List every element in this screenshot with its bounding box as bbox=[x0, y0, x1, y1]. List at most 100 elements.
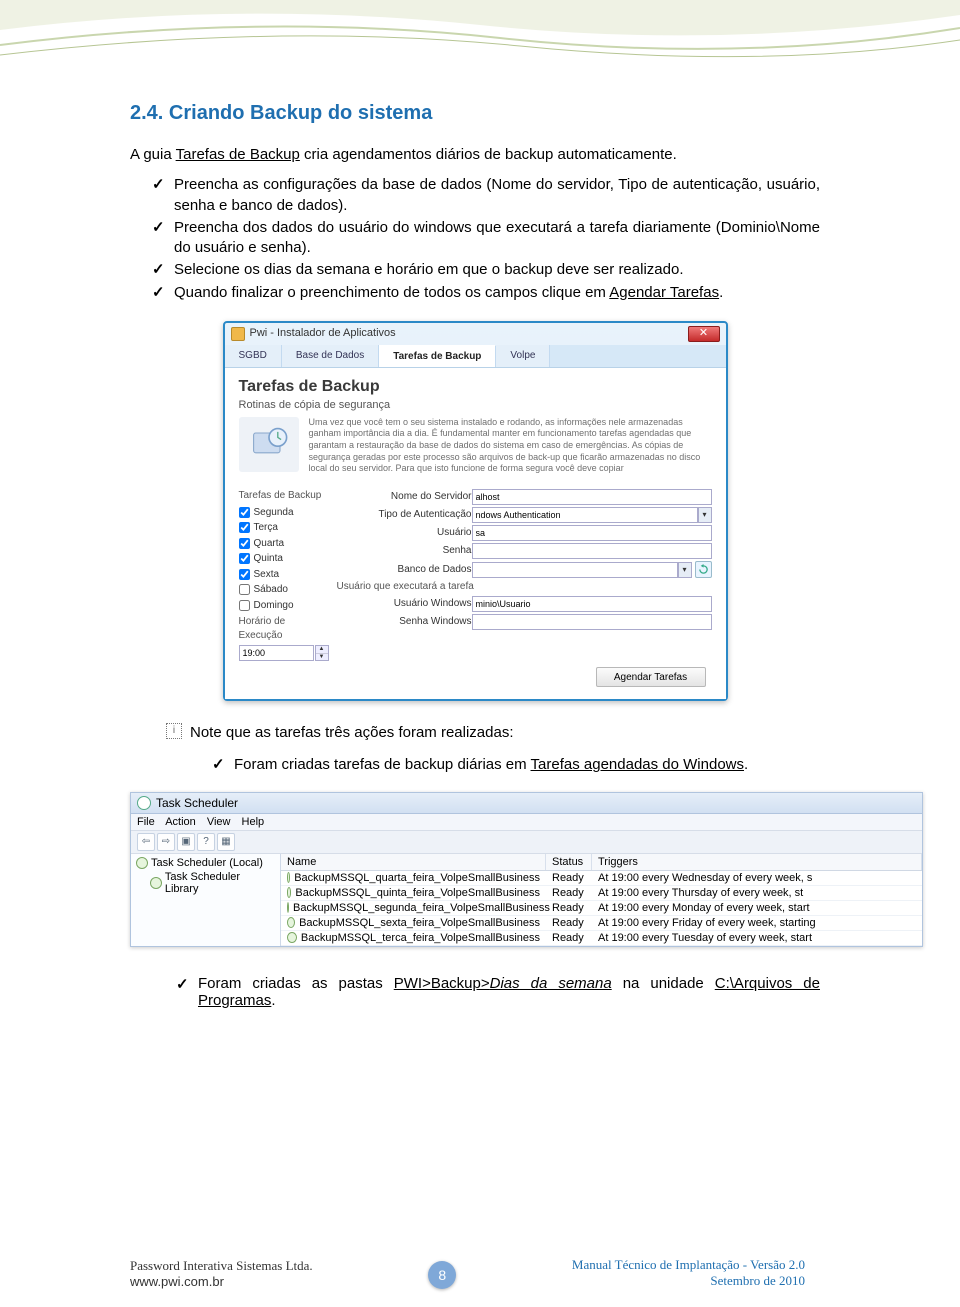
info-icon: i bbox=[166, 723, 182, 739]
field-label: Usuário bbox=[337, 526, 472, 540]
panel-illustration bbox=[239, 417, 299, 472]
day-label: Domingo bbox=[254, 599, 294, 613]
tab-strip: SGBD Base de Dados Tarefas de Backup Vol… bbox=[225, 345, 726, 369]
day-label: Sábado bbox=[254, 583, 288, 597]
time-input[interactable] bbox=[239, 645, 314, 661]
instruction-item: Preencha dos dados do usuário do windows… bbox=[152, 218, 820, 259]
day-row: Quinta bbox=[239, 552, 329, 566]
instruction-item: Preencha as configurações da base de dad… bbox=[152, 175, 820, 216]
section-heading: 2.4. Criando Backup do sistema bbox=[130, 100, 820, 127]
props-icon[interactable]: ▦ bbox=[217, 833, 235, 851]
day-checkbox[interactable] bbox=[239, 522, 250, 533]
menu-help[interactable]: Help bbox=[242, 816, 265, 828]
footer-url: www.pwi.com.br bbox=[130, 1274, 313, 1289]
intro-paragraph: A guia Tarefas de Backup cria agendament… bbox=[130, 145, 820, 165]
day-label: Sexta bbox=[254, 568, 280, 582]
instruction-item: Quando finalizar o preenchimento de todo… bbox=[152, 283, 820, 303]
field-input[interactable] bbox=[472, 489, 712, 505]
field-input[interactable] bbox=[472, 525, 712, 541]
day-row: Sábado bbox=[239, 583, 329, 597]
window-titlebar: Pwi - Instalador de Aplicativos ✕ bbox=[225, 323, 726, 345]
ts-columns: Name Status Triggers bbox=[281, 854, 922, 871]
footer-company: Password Interativa Sistemas Ltda. bbox=[130, 1258, 313, 1274]
back-icon[interactable]: ⇦ bbox=[137, 833, 155, 851]
days-header: Tarefas de Backup bbox=[239, 489, 329, 503]
day-checkbox[interactable] bbox=[239, 569, 250, 580]
field-label: Usuário Windows bbox=[337, 597, 472, 611]
tab-volpe[interactable]: Volpe bbox=[496, 345, 550, 368]
field-label: Banco de Dados bbox=[337, 563, 472, 577]
field-row: Usuário que executará a tarefa bbox=[337, 580, 712, 594]
task-row[interactable]: BackupMSSQL_segunda_feira_VolpeSmallBusi… bbox=[281, 901, 922, 916]
day-label: Terça bbox=[254, 521, 278, 535]
clock-icon bbox=[137, 796, 151, 810]
day-checkbox[interactable] bbox=[239, 507, 250, 518]
field-row: Usuário bbox=[337, 525, 712, 541]
task-scheduler-screenshot: Task Scheduler File Action View Help ⇦ ⇨… bbox=[130, 792, 923, 947]
ts-tree: Task Scheduler (Local) Task Scheduler Li… bbox=[131, 854, 281, 946]
footer-date: Setembro de 2010 bbox=[572, 1273, 805, 1289]
task-icon bbox=[287, 932, 297, 943]
up-icon[interactable]: ▣ bbox=[177, 833, 195, 851]
task-icon bbox=[287, 917, 295, 928]
tab-base-dados[interactable]: Base de Dados bbox=[282, 345, 379, 368]
panel-title: Tarefas de Backup bbox=[239, 376, 712, 398]
day-checkbox[interactable] bbox=[239, 584, 250, 595]
field-label: Senha Windows bbox=[337, 615, 472, 629]
field-section-label: Usuário que executará a tarefa bbox=[337, 580, 712, 594]
field-row: Senha bbox=[337, 543, 712, 559]
tree-library[interactable]: Task Scheduler Library bbox=[150, 871, 275, 895]
schedule-button[interactable]: Agendar Tarefas bbox=[596, 667, 706, 687]
tab-sgbd[interactable]: SGBD bbox=[225, 345, 282, 368]
field-input[interactable] bbox=[472, 596, 712, 612]
panel-description: Uma vez que você tem o seu sistema insta… bbox=[309, 417, 712, 475]
field-label: Senha bbox=[337, 544, 472, 558]
day-row: Segunda bbox=[239, 506, 329, 520]
page-footer: Password Interativa Sistemas Ltda. www.p… bbox=[0, 1257, 960, 1289]
field-input[interactable] bbox=[472, 614, 712, 630]
menu-view[interactable]: View bbox=[207, 816, 231, 828]
time-spinner[interactable]: ▲▼ bbox=[315, 645, 329, 661]
task-row[interactable]: BackupMSSQL_terca_feira_VolpeSmallBusine… bbox=[281, 931, 922, 946]
header-decoration bbox=[0, 0, 960, 70]
field-dropdown[interactable] bbox=[472, 562, 678, 578]
ts-toolbar: ⇦ ⇨ ▣ ? ▦ bbox=[131, 831, 922, 854]
forward-icon[interactable]: ⇨ bbox=[157, 833, 175, 851]
panel-subtitle: Rotinas de cópia de segurança bbox=[239, 398, 712, 413]
app-icon bbox=[231, 327, 245, 341]
day-checkbox[interactable] bbox=[239, 538, 250, 549]
page-number: 8 bbox=[428, 1261, 456, 1289]
installer-screenshot: Pwi - Instalador de Aplicativos ✕ SGBD B… bbox=[223, 321, 728, 701]
day-checkbox[interactable] bbox=[239, 600, 250, 611]
day-label: Quinta bbox=[254, 552, 283, 566]
field-dropdown[interactable] bbox=[472, 507, 698, 523]
footer-doc-title: Manual Técnico de Implantação - Versão 2… bbox=[572, 1257, 805, 1273]
day-label: Quarta bbox=[254, 537, 285, 551]
day-checkbox[interactable] bbox=[239, 553, 250, 564]
menu-file[interactable]: File bbox=[137, 816, 155, 828]
refresh-icon[interactable] bbox=[695, 561, 712, 578]
window-title: Pwi - Instalador de Aplicativos bbox=[250, 326, 396, 341]
note-text: Note que as tarefas três ações foram rea… bbox=[190, 723, 514, 743]
close-button[interactable]: ✕ bbox=[688, 326, 720, 342]
ts-menubar: File Action View Help bbox=[131, 814, 922, 831]
task-row[interactable]: BackupMSSQL_quinta_feira_VolpeSmallBusin… bbox=[281, 886, 922, 901]
task-icon bbox=[287, 872, 290, 883]
task-row[interactable]: BackupMSSQL_quarta_feira_VolpeSmallBusin… bbox=[281, 871, 922, 886]
chevron-down-icon[interactable]: ▾ bbox=[698, 507, 712, 523]
day-row: Sexta bbox=[239, 568, 329, 582]
tab-tarefas-backup[interactable]: Tarefas de Backup bbox=[379, 345, 496, 368]
day-row: Terça bbox=[239, 521, 329, 535]
ts-titlebar: Task Scheduler bbox=[131, 793, 922, 814]
task-row[interactable]: BackupMSSQL_sexta_feira_VolpeSmallBusine… bbox=[281, 916, 922, 931]
day-label: Segunda bbox=[254, 506, 294, 520]
field-input[interactable] bbox=[472, 543, 712, 559]
day-row: Quarta bbox=[239, 537, 329, 551]
field-row: Usuário Windows bbox=[337, 596, 712, 612]
chevron-down-icon[interactable]: ▾ bbox=[678, 562, 692, 578]
tree-root[interactable]: Task Scheduler (Local) bbox=[136, 857, 275, 869]
instruction-item: Selecione os dias da semana e horário em… bbox=[152, 260, 820, 280]
menu-action[interactable]: Action bbox=[165, 816, 196, 828]
time-label: Horário de Execução bbox=[239, 615, 329, 642]
refresh-icon[interactable]: ? bbox=[197, 833, 215, 851]
